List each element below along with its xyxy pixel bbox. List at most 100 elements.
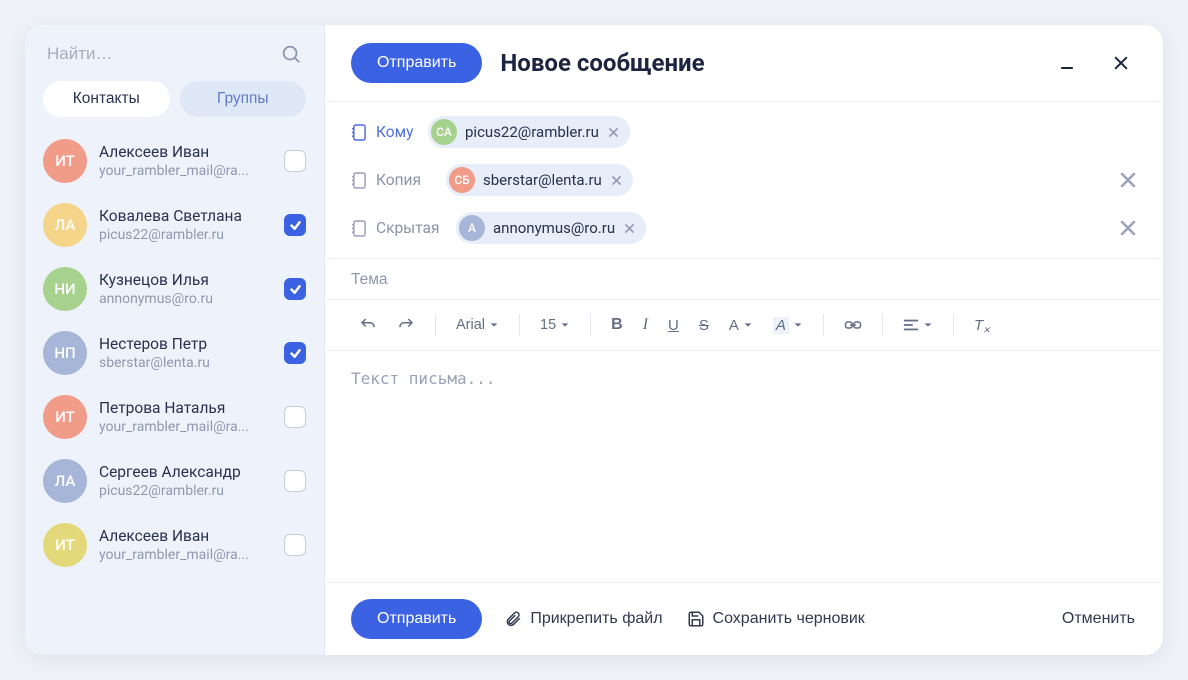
contact-checkbox[interactable] <box>284 534 306 556</box>
contact-email: your_rambler_mail@ra... <box>99 163 272 179</box>
align-icon <box>903 318 919 332</box>
italic-button[interactable]: I <box>635 310 656 340</box>
send-button-footer[interactable]: Отправить <box>351 599 482 639</box>
avatar: ИТ <box>43 395 87 439</box>
to-chip[interactable]: СА picus22@rambler.ru <box>428 116 630 148</box>
contact-checkbox[interactable] <box>284 342 306 364</box>
chevron-down-icon <box>560 320 570 330</box>
check-icon <box>289 219 302 232</box>
send-button[interactable]: Отправить <box>351 43 482 83</box>
contact-info: Петрова Натальяyour_rambler_mail@ra... <box>99 399 272 435</box>
save-draft-button[interactable]: Сохранить черновик <box>685 604 867 634</box>
contact-checkbox[interactable] <box>284 278 306 300</box>
avatar: ИТ <box>43 523 87 567</box>
bold-button[interactable]: B <box>603 310 631 340</box>
clear-format-button[interactable]: T✕ <box>966 311 991 340</box>
subject-input[interactable] <box>351 271 1137 289</box>
insert-link-button[interactable] <box>836 312 870 338</box>
redo-icon <box>397 316 415 334</box>
addressbook-icon[interactable] <box>351 172 366 189</box>
contact-name: Ковалева Светлана <box>99 207 272 225</box>
addressbook-icon[interactable] <box>351 124 366 141</box>
to-label: Кому <box>376 123 418 141</box>
contact-item[interactable]: НПНестеров Петрsberstar@lenta.ru <box>25 321 324 385</box>
contact-name: Нестеров Петр <box>99 335 272 353</box>
chip-email: annonymus@ro.ru <box>493 219 615 237</box>
contact-info: Сергеев Александр picus22@rambler.ru <box>99 463 272 499</box>
contact-email: sberstar@lenta.ru <box>99 355 272 371</box>
link-icon <box>844 318 862 332</box>
chip-remove-icon[interactable] <box>623 222 636 235</box>
search-icon[interactable] <box>280 43 302 65</box>
row-clear-icon[interactable] <box>1119 171 1137 189</box>
contact-item[interactable]: ЛАКовалева Светланаpicus22@rambler.ru <box>25 193 324 257</box>
chip-avatar: А <box>459 215 485 241</box>
tab-groups[interactable]: Группы <box>180 81 307 117</box>
contacts-sidebar: Контакты Группы ИТАлексеев Иванyour_ramb… <box>25 25 325 655</box>
check-icon <box>289 283 302 296</box>
contact-checkbox[interactable] <box>284 214 306 236</box>
toolbar-separator <box>435 314 436 336</box>
compose-header: Отправить Новое сообщение <box>325 25 1163 102</box>
minimize-button[interactable] <box>1051 47 1083 79</box>
search-input[interactable] <box>47 44 280 64</box>
chip-remove-icon[interactable] <box>610 174 623 187</box>
underline-button[interactable]: U <box>660 311 687 340</box>
contact-checkbox[interactable] <box>284 406 306 428</box>
contact-name: Сергеев Александр <box>99 463 272 481</box>
paperclip-icon <box>504 609 522 629</box>
chevron-down-icon <box>923 320 933 330</box>
chip-email: sberstar@lenta.ru <box>483 171 602 189</box>
chip-avatar: СБ <box>449 167 475 193</box>
toolbar-separator <box>823 314 824 336</box>
save-icon <box>687 610 705 628</box>
contact-item[interactable]: ЛА Сергеев Александр picus22@rambler.ru <box>25 449 324 513</box>
recipient-row-cc: Копия СБ sberstar@lenta.ru <box>351 156 1137 204</box>
compose-body <box>325 351 1163 582</box>
toolbar-separator <box>882 314 883 336</box>
toolbar-separator <box>953 314 954 336</box>
bcc-chip[interactable]: А annonymus@ro.ru <box>456 212 646 244</box>
app-window: Контакты Группы ИТАлексеев Иванyour_ramb… <box>25 25 1163 655</box>
redo-button[interactable] <box>389 310 423 340</box>
compose-title: Новое сообщение <box>500 49 1029 77</box>
recipient-row-bcc: Скрытая А annonymus@ro.ru <box>351 204 1137 252</box>
contact-info: Алексеев Иванyour_rambler_mail@ra... <box>99 143 272 179</box>
text-color-button[interactable]: A <box>721 311 761 340</box>
contact-item[interactable]: ИТАлексеев Иванyour_rambler_mail@ra... <box>25 513 324 577</box>
align-button[interactable] <box>895 312 941 338</box>
avatar: ЛА <box>43 203 87 247</box>
tab-contacts[interactable]: Контакты <box>43 81 170 117</box>
chip-remove-icon[interactable] <box>607 126 620 139</box>
font-family-select[interactable]: Arial <box>448 311 507 339</box>
contact-name: Кузнецов Илья <box>99 271 272 289</box>
cancel-button[interactable]: Отменить <box>1060 604 1137 634</box>
strikethrough-button[interactable]: S <box>691 311 717 340</box>
undo-icon <box>359 316 377 334</box>
row-clear-icon[interactable] <box>1119 219 1137 237</box>
minimize-icon <box>1057 53 1077 73</box>
contact-checkbox[interactable] <box>284 150 306 172</box>
body-textarea[interactable] <box>351 369 1137 564</box>
contact-item[interactable]: НИКузнецов Ильяannonymus@ro.ru <box>25 257 324 321</box>
font-size-select[interactable]: 15 <box>532 311 578 339</box>
addressbook-icon[interactable] <box>351 220 366 237</box>
recipient-row-to: Кому СА picus22@rambler.ru <box>351 108 1137 156</box>
avatar: ЛА <box>43 459 87 503</box>
contact-email: your_rambler_mail@ra... <box>99 547 272 563</box>
contact-checkbox[interactable] <box>284 470 306 492</box>
highlight-button[interactable]: A <box>765 311 811 340</box>
subject-row <box>325 258 1163 300</box>
contact-item[interactable]: ИТАлексеев Иванyour_rambler_mail@ra... <box>25 129 324 193</box>
contact-name: Петрова Наталья <box>99 399 272 417</box>
undo-button[interactable] <box>351 310 385 340</box>
cc-chip[interactable]: СБ sberstar@lenta.ru <box>446 164 633 196</box>
contact-email: picus22@rambler.ru <box>99 483 272 499</box>
contact-info: Нестеров Петр sberstar@lenta.ru <box>99 335 272 371</box>
attach-button[interactable]: Прикрепить файл <box>502 603 664 635</box>
chevron-down-icon <box>489 320 499 330</box>
chevron-down-icon <box>793 320 803 330</box>
contact-item[interactable]: ИТ Петрова Натальяyour_rambler_mail@ra... <box>25 385 324 449</box>
close-button[interactable] <box>1105 47 1137 79</box>
toolbar-separator <box>590 314 591 336</box>
